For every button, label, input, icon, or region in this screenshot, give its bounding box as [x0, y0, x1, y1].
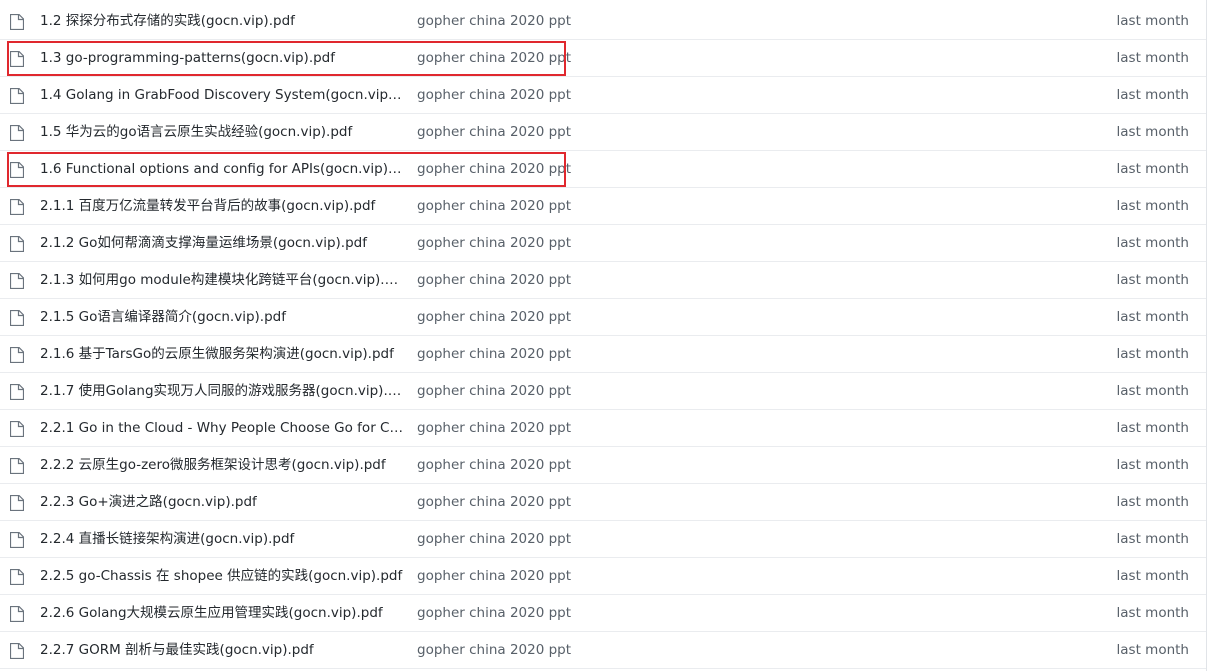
file-row[interactable]: 1.4 Golang in GrabFood Discovery System(…	[0, 77, 1206, 114]
file-row[interactable]: 1.2 探探分布式存储的实践(gocn.vip).pdf gopher chin…	[0, 3, 1206, 40]
file-row[interactable]: 2.1.7 使用Golang实现万人同服的游戏服务器(gocn.vip).pdf…	[0, 373, 1206, 410]
commit-age: last month	[1116, 309, 1189, 325]
commit-message-link[interactable]: gopher china 2020 ppt	[417, 484, 571, 520]
commit-age: last month	[1116, 420, 1189, 436]
file-icon	[10, 310, 24, 326]
commit-message-link[interactable]: gopher china 2020 ppt	[417, 40, 571, 76]
commit-age: last month	[1116, 457, 1189, 473]
file-row[interactable]: 1.5 华为云的go语言云原生实战经验(gocn.vip).pdf gopher…	[0, 114, 1206, 151]
commit-message-link[interactable]: gopher china 2020 ppt	[417, 410, 571, 446]
file-name-link[interactable]: 2.1.3 如何用go module构建模块化跨链平台(gocn.vip).pd…	[40, 262, 403, 298]
file-icon	[10, 347, 24, 363]
file-name-link[interactable]: 2.2.2 云原生go-zero微服务框架设计思考(gocn.vip).pdf	[40, 447, 403, 483]
commit-age: last month	[1116, 605, 1189, 621]
commit-age: last month	[1116, 494, 1189, 510]
commit-age: last month	[1116, 568, 1189, 584]
commit-message-link[interactable]: gopher china 2020 ppt	[417, 595, 571, 631]
file-name-link[interactable]: 1.4 Golang in GrabFood Discovery System(…	[40, 77, 403, 113]
file-icon	[10, 384, 24, 400]
file-icon	[10, 495, 24, 511]
file-icon	[10, 125, 24, 141]
file-row[interactable]: 2.2.6 Golang大规模云原生应用管理实践(gocn.vip).pdf g…	[0, 595, 1206, 632]
file-row[interactable]: 2.1.3 如何用go module构建模块化跨链平台(gocn.vip).pd…	[0, 262, 1206, 299]
commit-age: last month	[1116, 50, 1189, 66]
file-row[interactable]: 1.3 go-programming-patterns(gocn.vip).pd…	[0, 40, 1206, 77]
commit-age: last month	[1116, 383, 1189, 399]
file-list: 1.2 探探分布式存储的实践(gocn.vip).pdf gopher chin…	[0, 0, 1207, 671]
file-name-link[interactable]: 2.2.3 Go+演进之路(gocn.vip).pdf	[40, 484, 403, 520]
commit-message-link[interactable]: gopher china 2020 ppt	[417, 373, 571, 409]
file-name-link[interactable]: 2.2.6 Golang大规模云原生应用管理实践(gocn.vip).pdf	[40, 595, 403, 631]
file-icon	[10, 569, 24, 585]
file-name-link[interactable]: 2.2.1 Go in the Cloud - Why People Choos…	[40, 410, 403, 446]
file-row[interactable]: 2.1.1 百度万亿流量转发平台背后的故事(gocn.vip).pdf goph…	[0, 188, 1206, 225]
file-row[interactable]: 2.1.6 基于TarsGo的云原生微服务架构演进(gocn.vip).pdf …	[0, 336, 1206, 373]
file-icon	[10, 421, 24, 437]
file-name-link[interactable]: 2.1.2 Go如何帮滴滴支撑海量运维场景(gocn.vip).pdf	[40, 225, 403, 261]
file-icon	[10, 51, 24, 67]
commit-age: last month	[1116, 124, 1189, 140]
commit-message-link[interactable]: gopher china 2020 ppt	[417, 299, 571, 335]
file-icon	[10, 606, 24, 622]
commit-message-link[interactable]: gopher china 2020 ppt	[417, 225, 571, 261]
file-icon	[10, 236, 24, 252]
file-icon	[10, 532, 24, 548]
commit-age: last month	[1116, 198, 1189, 214]
file-name-link[interactable]: 2.1.5 Go语言编译器简介(gocn.vip).pdf	[40, 299, 403, 335]
file-name-link[interactable]: 2.2.4 直播长链接架构演进(gocn.vip).pdf	[40, 521, 403, 557]
commit-message-link[interactable]: gopher china 2020 ppt	[417, 151, 571, 187]
file-row[interactable]: 1.6 Functional options and config for AP…	[0, 151, 1206, 188]
file-row[interactable]: 2.2.1 Go in the Cloud - Why People Choos…	[0, 410, 1206, 447]
commit-message-link[interactable]: gopher china 2020 ppt	[417, 447, 571, 483]
file-row[interactable]: 2.2.5 go-Chassis 在 shopee 供应链的实践(gocn.vi…	[0, 558, 1206, 595]
file-icon	[10, 88, 24, 104]
commit-message-link[interactable]: gopher china 2020 ppt	[417, 336, 571, 372]
commit-age: last month	[1116, 346, 1189, 362]
commit-message-link[interactable]: gopher china 2020 ppt	[417, 632, 571, 668]
file-name-link[interactable]: 2.2.7 GORM 剖析与最佳实践(gocn.vip).pdf	[40, 632, 403, 668]
file-icon	[10, 643, 24, 659]
commit-message-link[interactable]: gopher china 2020 ppt	[417, 114, 571, 150]
commit-age: last month	[1116, 531, 1189, 547]
file-row[interactable]: 2.2.7 GORM 剖析与最佳实践(gocn.vip).pdf gopher …	[0, 632, 1206, 669]
file-name-link[interactable]: 2.2.5 go-Chassis 在 shopee 供应链的实践(gocn.vi…	[40, 558, 403, 594]
commit-age: last month	[1116, 235, 1189, 251]
commit-message-link[interactable]: gopher china 2020 ppt	[417, 262, 571, 298]
file-icon	[10, 162, 24, 178]
commit-age: last month	[1116, 13, 1189, 29]
file-name-link[interactable]: 1.6 Functional options and config for AP…	[40, 151, 403, 187]
file-name-link[interactable]: 1.3 go-programming-patterns(gocn.vip).pd…	[40, 40, 403, 76]
file-icon	[10, 273, 24, 289]
file-icon	[10, 14, 24, 30]
file-row[interactable]: 2.1.5 Go语言编译器简介(gocn.vip).pdf gopher chi…	[0, 299, 1206, 336]
file-row[interactable]: 2.2.2 云原生go-zero微服务框架设计思考(gocn.vip).pdf …	[0, 447, 1206, 484]
commit-message-link[interactable]: gopher china 2020 ppt	[417, 188, 571, 224]
file-row[interactable]: 2.1.2 Go如何帮滴滴支撑海量运维场景(gocn.vip).pdf goph…	[0, 225, 1206, 262]
file-name-link[interactable]: 2.1.6 基于TarsGo的云原生微服务架构演进(gocn.vip).pdf	[40, 336, 403, 372]
file-name-link[interactable]: 2.1.1 百度万亿流量转发平台背后的故事(gocn.vip).pdf	[40, 188, 403, 224]
file-icon	[10, 458, 24, 474]
file-icon	[10, 199, 24, 215]
commit-message-link[interactable]: gopher china 2020 ppt	[417, 77, 571, 113]
commit-age: last month	[1116, 161, 1189, 177]
file-name-link[interactable]: 1.2 探探分布式存储的实践(gocn.vip).pdf	[40, 3, 403, 39]
file-row[interactable]: 2.2.4 直播长链接架构演进(gocn.vip).pdf gopher chi…	[0, 521, 1206, 558]
file-name-link[interactable]: 1.5 华为云的go语言云原生实战经验(gocn.vip).pdf	[40, 114, 403, 150]
commit-message-link[interactable]: gopher china 2020 ppt	[417, 3, 571, 39]
commit-age: last month	[1116, 272, 1189, 288]
file-name-link[interactable]: 2.1.7 使用Golang实现万人同服的游戏服务器(gocn.vip).pdf	[40, 373, 403, 409]
commit-age: last month	[1116, 87, 1189, 103]
commit-age: last month	[1116, 642, 1189, 658]
commit-message-link[interactable]: gopher china 2020 ppt	[417, 521, 571, 557]
file-row[interactable]: 2.2.3 Go+演进之路(gocn.vip).pdf gopher china…	[0, 484, 1206, 521]
commit-message-link[interactable]: gopher china 2020 ppt	[417, 558, 571, 594]
